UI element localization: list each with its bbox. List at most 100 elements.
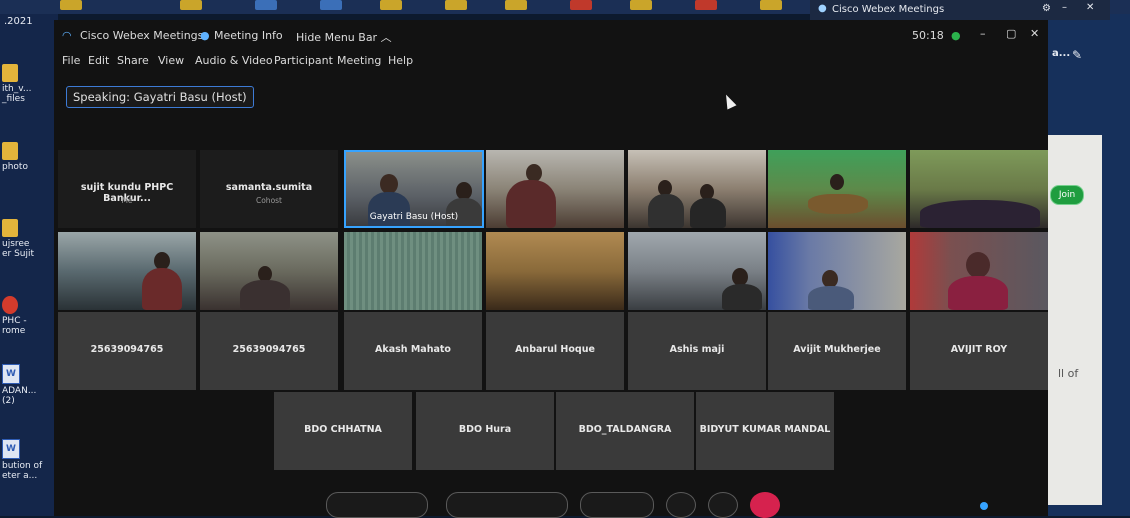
webex-logo-icon: ●: [818, 3, 827, 14]
folder-icon: [2, 219, 18, 237]
participant-tile[interactable]: Akash Mahato: [344, 312, 482, 390]
menu-file[interactable]: File: [62, 54, 80, 67]
participant-tile[interactable]: samanta.sumita Cohost: [200, 150, 338, 228]
desktop-item[interactable]: W ADAN... (2): [2, 364, 56, 406]
video-feed: [910, 232, 1048, 310]
edit-icon[interactable]: ✎: [1072, 48, 1082, 62]
participant-name: BDO Hura: [458, 424, 512, 435]
end-meeting-button[interactable]: [750, 492, 780, 518]
menu-audio-video[interactable]: Audio & Video: [195, 54, 273, 67]
participant-name: 25639094765: [232, 344, 306, 355]
taskbar-folder-icon[interactable]: [630, 0, 652, 10]
participant-video-tile[interactable]: [910, 150, 1048, 228]
participant-tile[interactable]: BDO_TALDANGRA: [556, 392, 694, 470]
join-button[interactable]: Join: [1050, 185, 1084, 205]
participant-video-tile[interactable]: [486, 232, 624, 310]
people-group: [920, 200, 1040, 228]
desktop-item-label: photo: [2, 162, 28, 172]
connection-status-icon: ●: [951, 29, 961, 42]
participant-video-tile[interactable]: [200, 232, 338, 310]
maximize-icon[interactable]: ▢: [1006, 27, 1016, 40]
taskbar-folder-icon[interactable]: [505, 0, 527, 10]
person-body: [722, 284, 762, 310]
menu-view[interactable]: View: [158, 54, 184, 67]
taskbar-folder-icon[interactable]: [380, 0, 402, 10]
person-body: [240, 280, 290, 310]
participant-name: Akash Mahato: [375, 344, 451, 355]
participant-video-tile[interactable]: [628, 150, 766, 228]
participant-tile[interactable]: AVIJIT ROY: [910, 312, 1048, 390]
meeting-info-button[interactable]: Meeting Info: [214, 29, 283, 42]
taskbar-app-icon[interactable]: [570, 0, 592, 10]
person-head: [966, 252, 990, 278]
participant-video-tile[interactable]: [768, 150, 906, 228]
taskbar-app-icon[interactable]: [255, 0, 277, 10]
taskbar-folder-icon[interactable]: [760, 0, 782, 10]
participant-tile[interactable]: BDO Hura: [416, 392, 554, 470]
participant-tile[interactable]: Ashis maji: [628, 312, 766, 390]
hide-menu-bar-button[interactable]: Hide Menu Bar ︿: [296, 29, 392, 45]
video-button[interactable]: [446, 492, 568, 518]
notification-dot-icon: [980, 502, 988, 510]
participant-name: Gayatri Basu (Host): [369, 212, 459, 222]
webex-logo-icon: ◠: [62, 29, 72, 42]
outer-titlebar: ● Cisco Webex Meetings ⚙ – ✕: [810, 0, 1110, 20]
menu-participant[interactable]: Participant: [274, 54, 333, 67]
close-icon[interactable]: ✕: [1030, 27, 1039, 40]
participant-video-tile[interactable]: [344, 232, 482, 310]
folder-icon: [2, 64, 18, 82]
webex-meeting-window: ◠ Cisco Webex Meetings ● Meeting Info Hi…: [54, 20, 1048, 516]
person-body: [368, 192, 410, 226]
video-feed: [344, 232, 482, 310]
desktop-item-label: ADAN... (2): [2, 386, 37, 406]
participant-video-tile-active[interactable]: Gayatri Basu (Host): [344, 150, 484, 228]
record-button[interactable]: [666, 492, 696, 518]
person-body: [506, 180, 556, 228]
hide-menu-label: Hide Menu Bar: [296, 31, 378, 44]
table-shape: [808, 194, 868, 214]
participant-tile[interactable]: BDO CHHATNA: [274, 392, 412, 470]
desktop-item-label: ujsree er Sujit: [2, 239, 35, 259]
video-feed: [768, 232, 906, 310]
participant-video-tile[interactable]: [910, 232, 1048, 310]
desktop-date: .2021: [4, 16, 33, 27]
participant-video-tile[interactable]: [486, 150, 624, 228]
participant-video-tile[interactable]: [58, 232, 196, 310]
share-button[interactable]: [580, 492, 654, 518]
participant-tile[interactable]: sujit kundu PHPC Bankur... Me: [58, 150, 196, 228]
desktop-item[interactable]: ith_v... _files: [2, 64, 56, 104]
desktop-item-label: ith_v... _files: [2, 84, 32, 104]
meeting-timer: 50:18: [912, 29, 944, 42]
participant-tile[interactable]: Avijit Mukherjee: [768, 312, 906, 390]
minimize-icon[interactable]: –: [980, 27, 986, 40]
taskbar-folder-icon[interactable]: [60, 0, 82, 10]
minimize-icon[interactable]: –: [1062, 2, 1067, 13]
menu-meeting[interactable]: Meeting: [337, 54, 381, 67]
participant-tile[interactable]: 25639094765: [58, 312, 196, 390]
taskbar-app-icon[interactable]: [320, 0, 342, 10]
settings-icon[interactable]: ⚙: [1042, 3, 1051, 14]
participant-tile[interactable]: Anbarul Hoque: [486, 312, 624, 390]
desktop-item[interactable]: PHC - rome: [2, 296, 56, 336]
desktop-item[interactable]: Wbution of eter a...: [2, 439, 56, 481]
person-head: [380, 174, 398, 194]
taskbar-app-icon[interactable]: [695, 0, 717, 10]
participant-video-tile[interactable]: [768, 232, 906, 310]
participant-name: BIDYUT KUMAR MANDAL: [699, 424, 831, 435]
menu-edit[interactable]: Edit: [88, 54, 109, 67]
taskbar-folder-icon[interactable]: [180, 0, 202, 10]
desktop-item[interactable]: ujsree er Sujit: [2, 219, 56, 259]
desktop-item[interactable]: photo: [2, 142, 56, 172]
participant-tile[interactable]: 25639094765: [200, 312, 338, 390]
more-options-button[interactable]: [708, 492, 738, 518]
participant-name: Ashis maji: [669, 344, 725, 355]
participant-video-tile[interactable]: [628, 232, 766, 310]
mute-button[interactable]: [326, 492, 428, 518]
participant-tile[interactable]: BIDYUT KUMAR MANDAL: [696, 392, 834, 470]
menu-share[interactable]: Share: [117, 54, 149, 67]
video-feed: [58, 232, 196, 310]
close-icon[interactable]: ✕: [1086, 2, 1094, 13]
menu-help[interactable]: Help: [388, 54, 413, 67]
taskbar-folder-icon[interactable]: [445, 0, 467, 10]
menu-bar: File Edit Share View Audio & Video Parti…: [54, 50, 1048, 72]
